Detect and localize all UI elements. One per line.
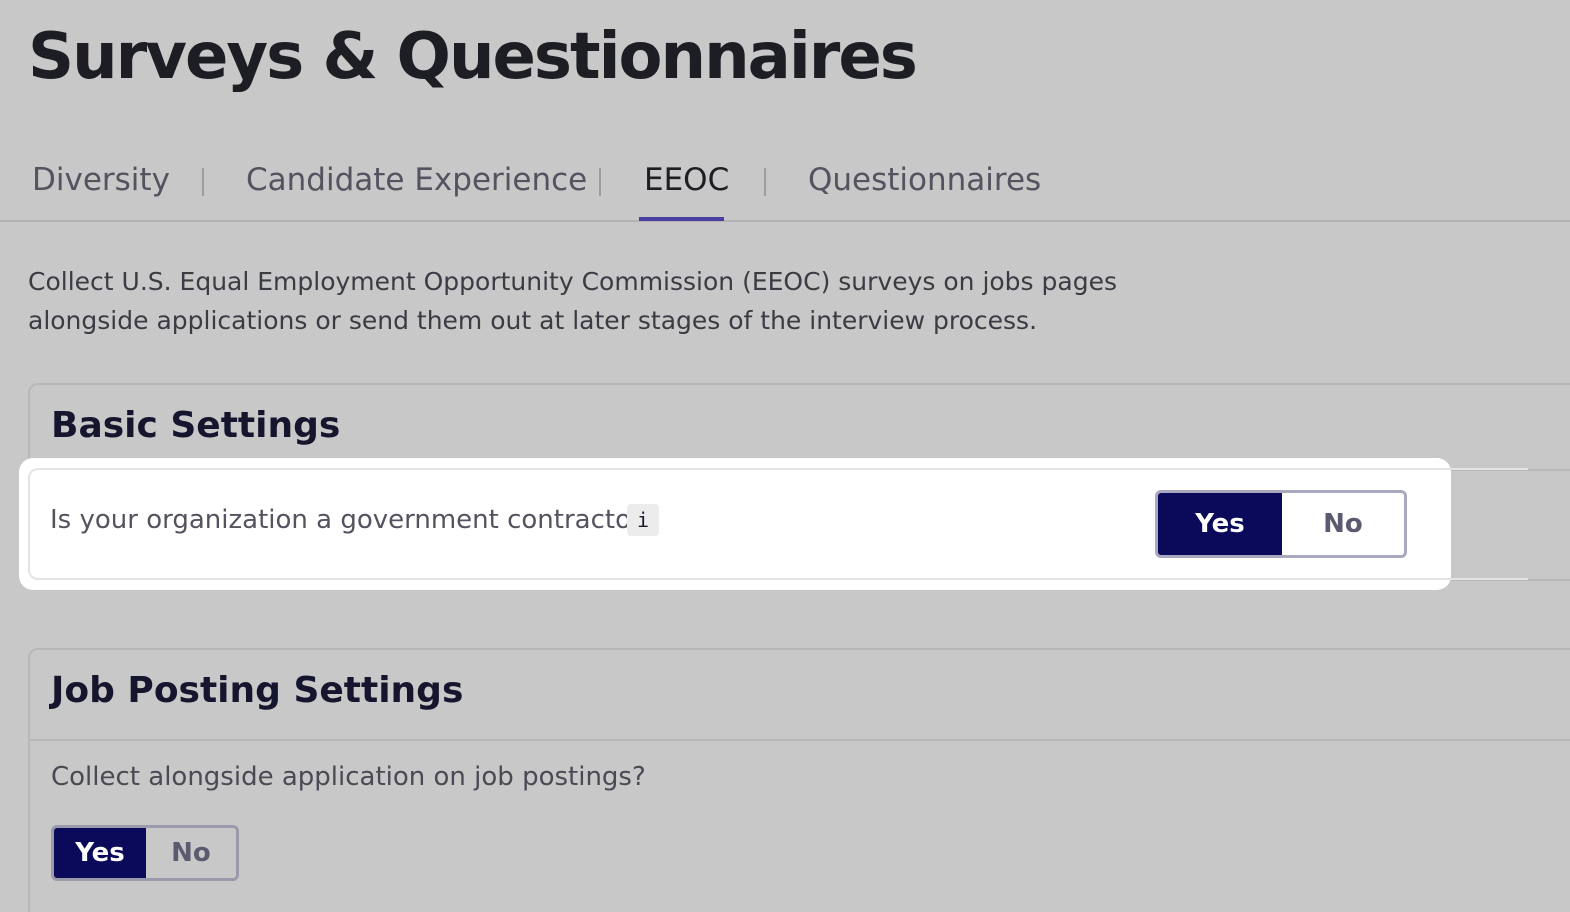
- tab-separator: [764, 168, 766, 196]
- tab-candidate-experience[interactable]: Candidate Experience: [246, 158, 587, 220]
- no-button[interactable]: No: [1281, 493, 1404, 555]
- yes-button[interactable]: Yes: [1158, 493, 1282, 555]
- no-button[interactable]: No: [146, 828, 236, 878]
- basic-settings-title: Basic Settings: [51, 405, 341, 446]
- page-title: Surveys & Questionnaires: [28, 20, 918, 94]
- tab-separator: [202, 168, 204, 196]
- tab-diversity[interactable]: Diversity: [32, 158, 170, 220]
- tab-eeoc[interactable]: EEOC: [644, 158, 729, 220]
- page: Surveys & Questionnaires Diversity Candi…: [0, 0, 1570, 912]
- active-tab-indicator: [639, 217, 724, 221]
- info-icon[interactable]: i: [627, 504, 659, 536]
- intro-text: Collect U.S. Equal Employment Opportunit…: [28, 267, 1117, 335]
- government-contractor-question: Is your organization a government contra…: [50, 505, 656, 535]
- yes-button[interactable]: Yes: [54, 828, 146, 878]
- job-posting-settings-card: Job Posting Settings Collect alongside a…: [28, 648, 1570, 912]
- collect-alongside-toggle: Yes No: [51, 825, 239, 881]
- government-contractor-row: Is your organization a government contra…: [19, 458, 1528, 590]
- tab-questionnaires[interactable]: Questionnaires: [808, 158, 1041, 220]
- collect-alongside-question: Collect alongside application on job pos…: [51, 762, 646, 792]
- tab-bar: Diversity Candidate Experience EEOC Ques…: [0, 150, 1570, 222]
- job-posting-settings-title: Job Posting Settings: [51, 670, 464, 711]
- tab-separator: [599, 168, 601, 196]
- government-contractor-toggle: Yes No: [1155, 490, 1407, 558]
- card-divider: [30, 739, 1570, 741]
